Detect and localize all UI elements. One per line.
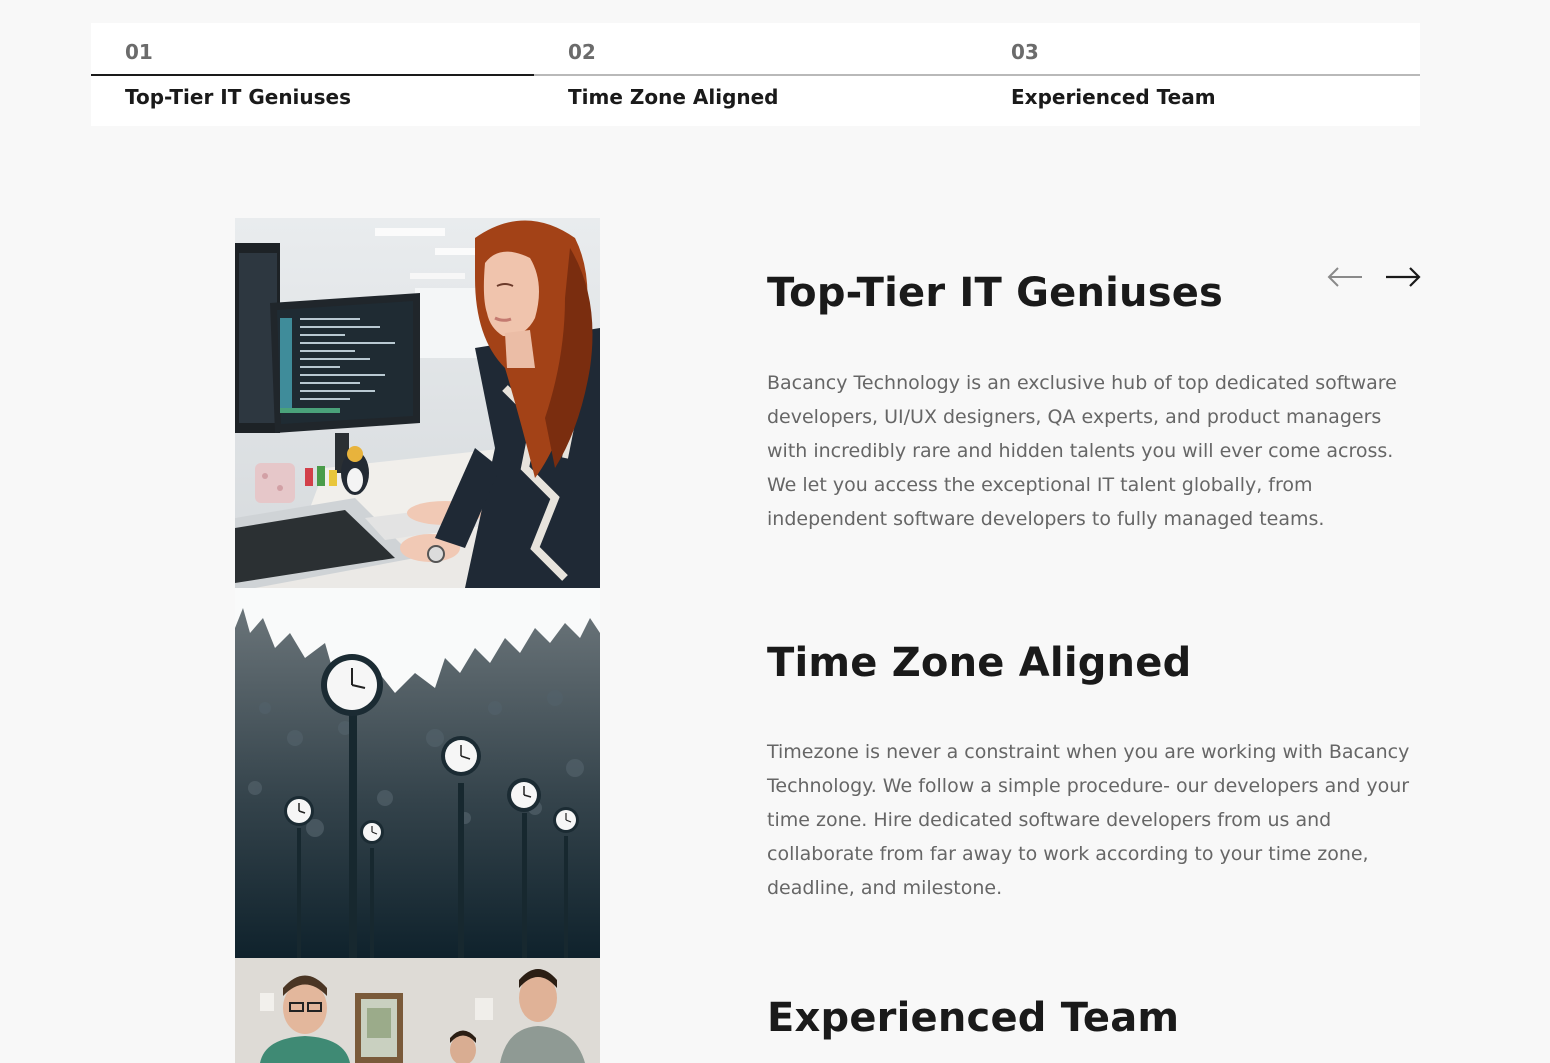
tab-top-tier-it-geniuses[interactable]: 01 Top-Tier IT Geniuses (91, 23, 534, 126)
developer-at-workstation-image (235, 218, 600, 588)
arrow-right-icon[interactable] (1384, 262, 1422, 292)
tab-progress-line (91, 74, 534, 76)
clocks-among-trees-image (235, 588, 600, 958)
section-description: Timezone is never a constraint when you … (767, 741, 1410, 899)
section-experienced-team: Experienced Team (767, 995, 1412, 1041)
section-time-zone-aligned: Time Zone Aligned Timezone is never a co… (767, 640, 1412, 905)
tab-label: Top-Tier IT Geniuses (125, 85, 352, 109)
section-description: Bacancy Technology is an exclusive hub o… (767, 372, 1397, 530)
section-title: Top-Tier IT Geniuses (767, 270, 1224, 316)
carousel-navigation (1326, 262, 1422, 292)
section-title: Time Zone Aligned (767, 640, 1192, 686)
tab-number: 01 (125, 40, 153, 64)
tab-number: 02 (568, 40, 596, 64)
section-top-tier-it-geniuses: Top-Tier IT Geniuses Bacancy Technology … (767, 0, 1412, 560)
page: 01 Top-Tier IT Geniuses 02 Time Zone Ali… (0, 0, 1550, 1063)
experienced-team-image (235, 958, 600, 1063)
section-title: Experienced Team (767, 995, 1180, 1041)
arrow-left-icon[interactable] (1326, 262, 1364, 292)
tab-label: Time Zone Aligned (568, 85, 779, 109)
